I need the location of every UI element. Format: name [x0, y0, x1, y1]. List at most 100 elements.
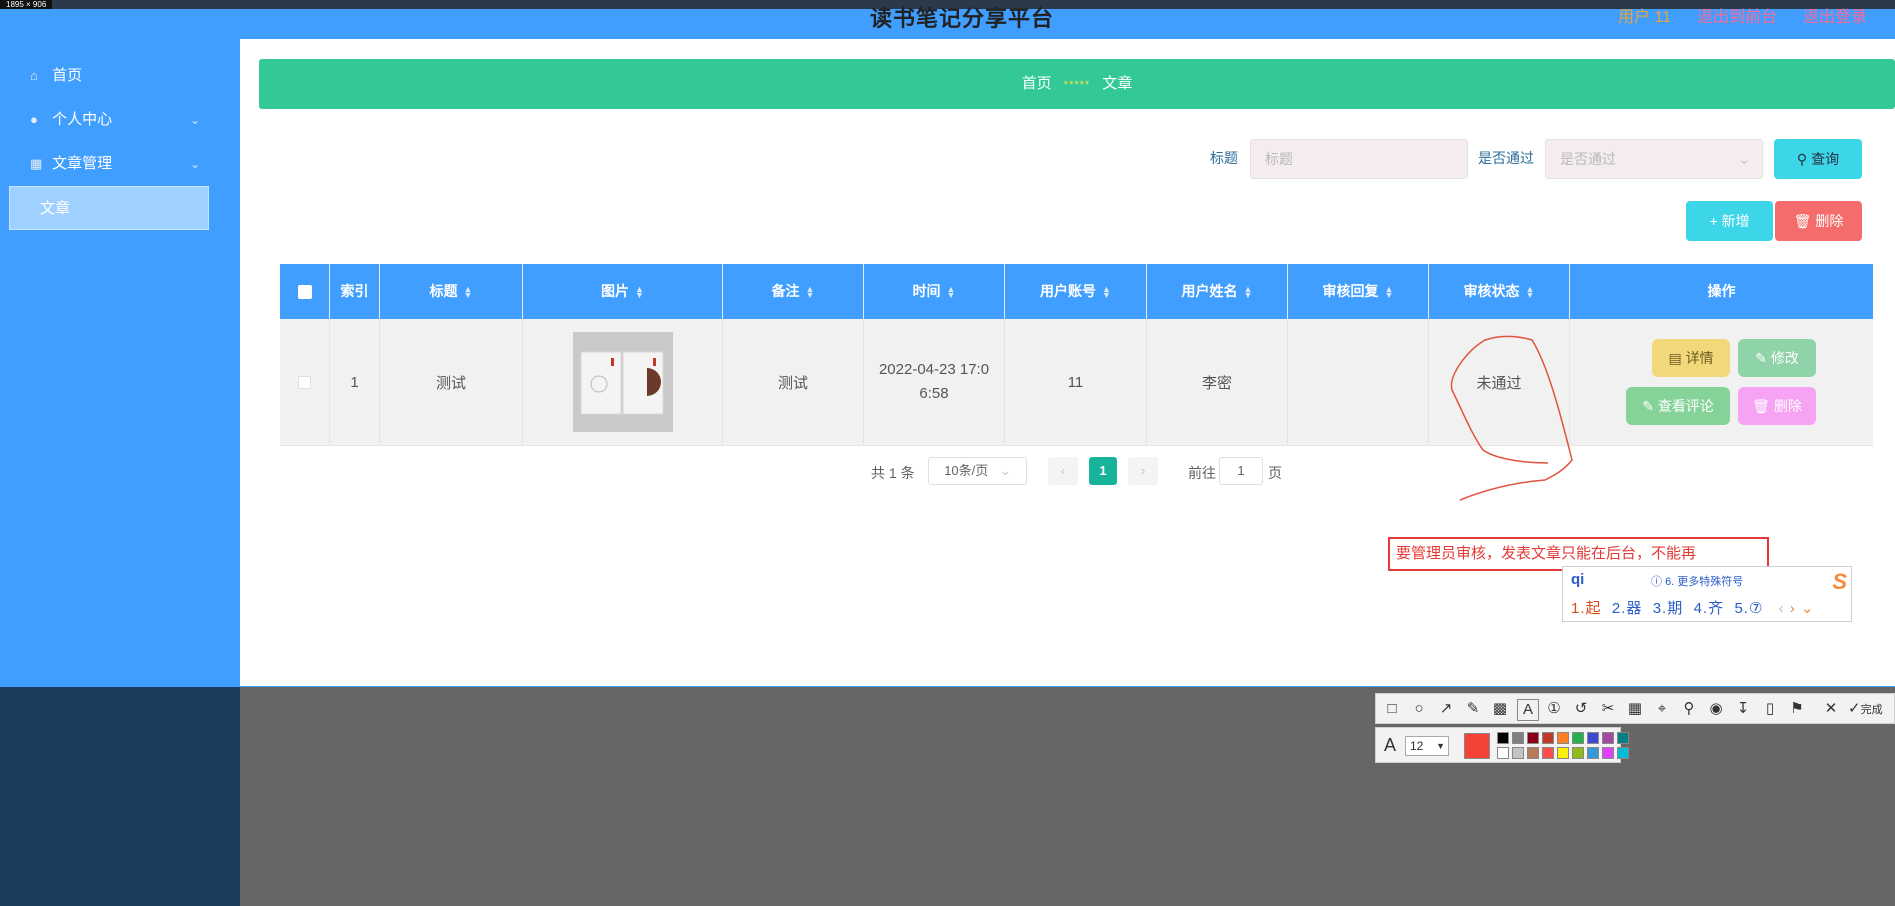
done-button[interactable]: ✓完成: [1848, 699, 1894, 719]
title-search-input[interactable]: 标题: [1250, 139, 1468, 179]
column-header-account[interactable]: 用户账号 ▲ ▼: [1005, 264, 1147, 319]
exit-to-frontend-link[interactable]: 退出到前台: [1697, 3, 1777, 27]
color-swatch[interactable]: [1542, 732, 1554, 744]
trash-icon: 🗑: [1793, 213, 1812, 229]
select-all-checkbox[interactable]: [297, 284, 312, 299]
passed-filter-select[interactable]: 是否通过 ⌄: [1545, 139, 1763, 179]
chevron-down-icon: ⌄: [1738, 151, 1750, 167]
color-swatch[interactable]: [1512, 732, 1524, 744]
plus-icon: +: [1709, 213, 1718, 229]
color-swatch[interactable]: [1557, 747, 1569, 759]
column-header-time[interactable]: 时间 ▲ ▼: [864, 264, 1005, 319]
ellipse-tool-icon[interactable]: ○: [1409, 699, 1429, 719]
ime-candidate[interactable]: 3.期: [1653, 600, 1684, 617]
pin-icon[interactable]: ⚲: [1679, 699, 1699, 719]
row-checkbox[interactable]: [298, 375, 311, 389]
color-swatch[interactable]: [1602, 732, 1614, 744]
edit-button[interactable]: ✎ 修改: [1738, 339, 1816, 377]
column-header-image[interactable]: 图片 ▲ ▼: [523, 264, 723, 319]
selected-color-swatch[interactable]: [1464, 733, 1490, 759]
column-header-note[interactable]: 备注 ▲ ▼: [723, 264, 864, 319]
column-header-name[interactable]: 用户姓名 ▲ ▼: [1147, 264, 1288, 319]
row-delete-label: 删除: [1773, 398, 1802, 414]
number-tool-icon[interactable]: ①: [1544, 699, 1564, 719]
pencil-icon: ✎: [1755, 350, 1767, 366]
breadcrumb-separator: *****: [1063, 79, 1091, 91]
sidebar-subitem-articles[interactable]: 文章: [9, 186, 209, 230]
undo-icon[interactable]: ↺: [1571, 699, 1591, 719]
breadcrumb-home[interactable]: 首页: [1022, 75, 1052, 92]
sidebar-item-article-management[interactable]: ▦ 文章管理 ⌄: [30, 149, 200, 179]
color-swatch[interactable]: [1512, 747, 1524, 759]
detail-button[interactable]: ▤ 详情: [1652, 339, 1730, 377]
color-swatch[interactable]: [1542, 747, 1554, 759]
next-page-button[interactable]: ›: [1128, 457, 1158, 485]
ime-pinyin: qi: [1571, 571, 1585, 588]
chevron-right-icon: ›: [1140, 463, 1146, 478]
text-style-toolbar: A 12 ▼: [1375, 727, 1629, 763]
rectangle-tool-icon[interactable]: □: [1382, 699, 1402, 719]
color-swatch[interactable]: [1497, 732, 1509, 744]
color-swatch[interactable]: [1587, 747, 1599, 759]
text-tool-icon[interactable]: A: [1517, 699, 1539, 721]
color-swatch[interactable]: [1572, 732, 1584, 744]
color-swatch[interactable]: [1617, 747, 1629, 759]
ime-candidate[interactable]: 4.齐: [1694, 600, 1725, 617]
color-swatch[interactable]: [1557, 732, 1569, 744]
chevron-down-icon[interactable]: ⌄: [1801, 600, 1815, 617]
sogou-logo-icon: S: [1832, 569, 1847, 594]
goto-page-input[interactable]: 1: [1219, 457, 1263, 485]
passed-filter-label: 是否通过: [1478, 150, 1534, 166]
ime-candidate[interactable]: 2.器: [1612, 600, 1643, 617]
close-icon[interactable]: ✕: [1821, 699, 1841, 719]
sidebar-item-personal-center[interactable]: ● 个人中心 ⌄: [30, 105, 200, 135]
page-size-select[interactable]: 10条/页 ⌄: [928, 457, 1027, 485]
sort-icon: ▲ ▼: [805, 284, 815, 301]
logout-link[interactable]: 退出登录: [1803, 3, 1867, 27]
ime-candidate[interactable]: 5.⑦: [1734, 600, 1763, 617]
color-swatch[interactable]: [1497, 747, 1509, 759]
mosaic-tool-icon[interactable]: ▩: [1490, 699, 1510, 719]
long-capture-icon[interactable]: ✂: [1598, 699, 1618, 719]
current-user-label: 用户 11: [1618, 9, 1672, 26]
page-number-current[interactable]: 1: [1089, 457, 1117, 485]
pen-tool-icon[interactable]: ✎: [1463, 699, 1483, 719]
chevron-left-icon[interactable]: ‹: [1779, 600, 1785, 617]
ocr-icon[interactable]: ▦: [1625, 699, 1645, 719]
capture-size-badge: 1895 × 906: [0, 0, 53, 9]
color-swatch[interactable]: [1527, 747, 1539, 759]
cell-note: 测试: [723, 319, 864, 445]
page-size-value: 10条/页: [944, 463, 989, 478]
ime-candidate[interactable]: 1.起: [1571, 600, 1602, 617]
column-header-status[interactable]: 审核状态 ▲ ▼: [1429, 264, 1570, 319]
prev-page-button[interactable]: ‹: [1048, 457, 1078, 485]
color-swatch[interactable]: [1527, 732, 1539, 744]
batch-delete-button[interactable]: 🗑 删除: [1775, 201, 1862, 241]
column-header-label: 备注: [771, 283, 800, 299]
record-icon[interactable]: ◉: [1706, 699, 1726, 719]
color-swatch[interactable]: [1617, 732, 1629, 744]
chevron-down-icon: ⌄: [189, 157, 200, 171]
column-header-reply[interactable]: 审核回复 ▲ ▼: [1288, 264, 1429, 319]
view-comments-button[interactable]: ✎ 查看评论: [1626, 387, 1730, 425]
translate-icon[interactable]: ⌖: [1652, 699, 1672, 719]
arrow-tool-icon[interactable]: ↗: [1436, 699, 1456, 719]
add-button[interactable]: + 新增: [1686, 201, 1773, 241]
color-swatch[interactable]: [1572, 747, 1584, 759]
download-icon[interactable]: ↧: [1733, 699, 1753, 719]
pencil-icon: ✎: [1642, 398, 1654, 414]
font-size-select[interactable]: 12 ▼: [1405, 736, 1449, 756]
color-swatch[interactable]: [1587, 732, 1599, 744]
phone-icon[interactable]: ▯: [1760, 699, 1780, 719]
row-delete-button[interactable]: 🗑 删除: [1738, 387, 1816, 425]
table-row: 1 测试 测试 2022-04-23 17:0 6:58 11 李密 未通过 ▤…: [280, 319, 1873, 446]
column-header-title[interactable]: 标题 ▲ ▼: [380, 264, 523, 319]
edit-button-label: 修改: [1770, 350, 1799, 366]
chevron-down-icon: ⌄: [189, 113, 200, 127]
bookmark-icon[interactable]: ⚑: [1787, 699, 1807, 719]
query-button[interactable]: ⚲ 查询: [1774, 139, 1862, 179]
chevron-right-icon[interactable]: ›: [1790, 600, 1796, 617]
home-icon: ⌂: [30, 68, 38, 83]
sidebar-item-home[interactable]: ⌂ 首页: [30, 61, 200, 91]
color-swatch[interactable]: [1602, 747, 1614, 759]
